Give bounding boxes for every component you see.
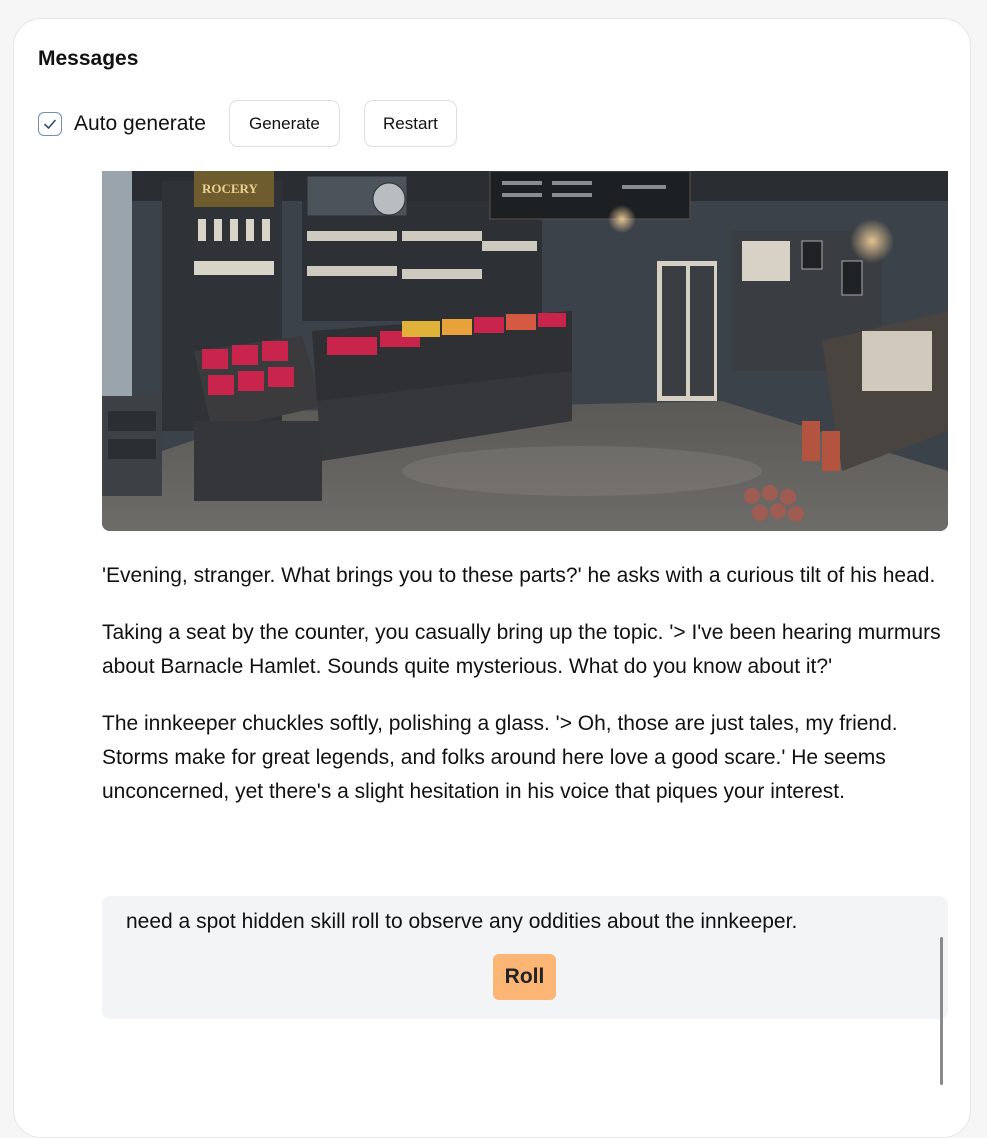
auto-generate-checkbox[interactable] <box>38 111 62 136</box>
roll-button[interactable]: Roll <box>493 954 556 1000</box>
generate-button[interactable]: Generate <box>228 100 340 147</box>
message-controls: Auto generate Generate Restart <box>38 100 457 147</box>
message-paragraph: 'Evening, stranger. What brings you to t… <box>102 564 936 587</box>
message-paragraph: The innkeeper chuckles softly, polishing… <box>102 712 898 803</box>
restart-button[interactable]: Restart <box>363 100 457 147</box>
message-paragraph: Taking a seat by the counter, you casual… <box>102 621 941 678</box>
checkmark-icon <box>44 119 56 129</box>
message-list: 'Evening, stranger. What brings you to t… <box>102 559 952 832</box>
messages-panel: Messages Auto generate Generate Restart <box>13 18 971 1138</box>
scrollbar-thumb[interactable] <box>940 937 943 1085</box>
scene-image: ROCERY <box>102 171 948 531</box>
roll-prompt-text: need a spot hidden skill roll to observe… <box>126 910 798 933</box>
auto-generate-label[interactable]: Auto generate <box>74 112 206 136</box>
svg-text:ROCERY: ROCERY <box>202 181 258 196</box>
panel-title: Messages <box>38 47 139 70</box>
skill-roll-prompt: need a spot hidden skill roll to observe… <box>102 896 948 1019</box>
general-store-illustration: ROCERY <box>102 171 948 531</box>
